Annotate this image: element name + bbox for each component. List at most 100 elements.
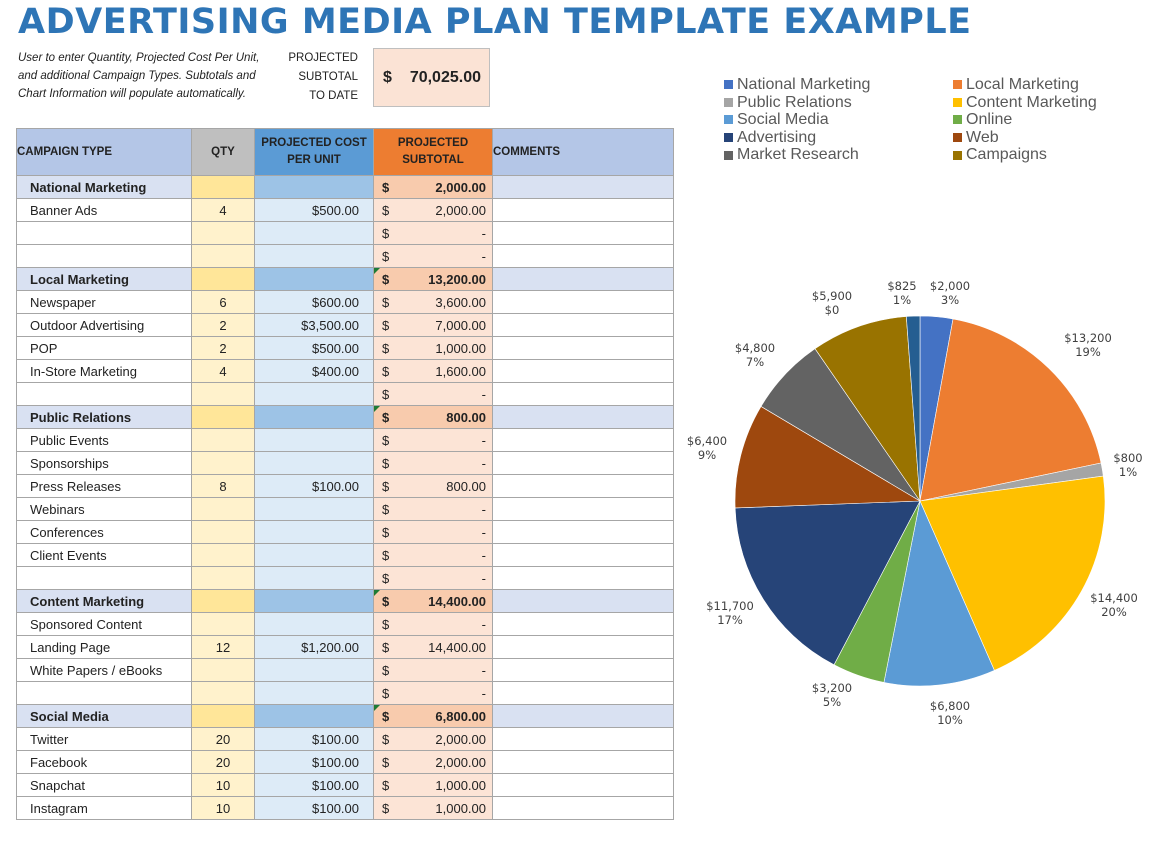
qty-cell[interactable] [191,497,255,521]
cost-per-unit-cell[interactable]: $500.00 [254,336,374,360]
campaign-type-cell[interactable]: Local Marketing [16,267,192,291]
cost-per-unit-cell[interactable]: $100.00 [254,750,374,774]
cost-per-unit-cell[interactable] [254,175,374,199]
cost-per-unit-cell[interactable]: $100.00 [254,773,374,797]
qty-cell[interactable] [191,566,255,590]
comments-cell[interactable] [492,244,674,268]
cost-per-unit-cell[interactable]: $100.00 [254,796,374,820]
campaign-type-cell[interactable]: Instagram [16,796,192,820]
comments-cell[interactable] [492,543,674,567]
comments-cell[interactable] [492,497,674,521]
campaign-type-cell[interactable]: Conferences [16,520,192,544]
cost-per-unit-cell[interactable] [254,543,374,567]
campaign-type-cell[interactable]: White Papers / eBooks [16,658,192,682]
cost-per-unit-cell[interactable] [254,267,374,291]
campaign-type-cell[interactable]: Sponsored Content [16,612,192,636]
qty-cell[interactable] [191,405,255,429]
campaign-type-cell[interactable] [16,382,192,406]
comments-cell[interactable] [492,681,674,705]
subtotal-cell[interactable]: $ - [373,244,493,268]
campaign-type-cell[interactable]: Snapchat [16,773,192,797]
subtotal-cell[interactable]: $13,200.00 [373,267,493,291]
subtotal-cell[interactable]: $ - [373,566,493,590]
comments-cell[interactable] [492,359,674,383]
comments-cell[interactable] [492,750,674,774]
campaign-type-cell[interactable]: Content Marketing [16,589,192,613]
cost-per-unit-cell[interactable] [254,405,374,429]
campaign-type-cell[interactable]: Public Events [16,428,192,452]
qty-cell[interactable]: 8 [191,474,255,498]
comments-cell[interactable] [492,451,674,475]
qty-cell[interactable]: 6 [191,290,255,314]
subtotal-cell[interactable]: $1,600.00 [373,359,493,383]
qty-cell[interactable] [191,589,255,613]
comments-cell[interactable] [492,221,674,245]
comments-cell[interactable] [492,474,674,498]
campaign-type-cell[interactable]: Twitter [16,727,192,751]
qty-cell[interactable]: 2 [191,313,255,337]
comments-cell[interactable] [492,382,674,406]
campaign-type-cell[interactable]: Newspaper [16,290,192,314]
subtotal-cell[interactable]: $14,400.00 [373,635,493,659]
qty-cell[interactable] [191,175,255,199]
qty-cell[interactable] [191,681,255,705]
campaign-type-cell[interactable]: POP [16,336,192,360]
comments-cell[interactable] [492,520,674,544]
subtotal-cell[interactable]: $2,000.00 [373,750,493,774]
comments-cell[interactable] [492,290,674,314]
comments-cell[interactable] [492,428,674,452]
qty-cell[interactable]: 4 [191,198,255,222]
comments-cell[interactable] [492,773,674,797]
cost-per-unit-cell[interactable] [254,497,374,521]
comments-cell[interactable] [492,796,674,820]
subtotal-cell[interactable]: $ - [373,543,493,567]
subtotal-cell[interactable]: $ - [373,520,493,544]
campaign-type-cell[interactable] [16,566,192,590]
qty-cell[interactable] [191,267,255,291]
subtotal-cell[interactable]: $6,800.00 [373,704,493,728]
campaign-type-cell[interactable]: Sponsorships [16,451,192,475]
cost-per-unit-cell[interactable] [254,704,374,728]
qty-cell[interactable] [191,612,255,636]
qty-cell[interactable] [191,428,255,452]
subtotal-cell[interactable]: $ - [373,658,493,682]
cost-per-unit-cell[interactable] [254,681,374,705]
qty-cell[interactable] [191,658,255,682]
cost-per-unit-cell[interactable] [254,566,374,590]
qty-cell[interactable] [191,543,255,567]
comments-cell[interactable] [492,612,674,636]
subtotal-cell[interactable]: $800.00 [373,405,493,429]
subtotal-cell[interactable]: $ - [373,428,493,452]
cost-per-unit-cell[interactable] [254,612,374,636]
qty-cell[interactable] [191,244,255,268]
campaign-type-cell[interactable]: National Marketing [16,175,192,199]
campaign-type-cell[interactable]: Webinars [16,497,192,521]
subtotal-cell[interactable]: $ - [373,681,493,705]
comments-cell[interactable] [492,727,674,751]
campaign-type-cell[interactable]: Landing Page [16,635,192,659]
comments-cell[interactable] [492,704,674,728]
subtotal-cell[interactable]: $7,000.00 [373,313,493,337]
comments-cell[interactable] [492,267,674,291]
cost-per-unit-cell[interactable]: $500.00 [254,198,374,222]
campaign-type-cell[interactable]: Press Releases [16,474,192,498]
cost-per-unit-cell[interactable] [254,589,374,613]
cost-per-unit-cell[interactable]: $400.00 [254,359,374,383]
comments-cell[interactable] [492,405,674,429]
subtotal-cell[interactable]: $ - [373,612,493,636]
qty-cell[interactable] [191,382,255,406]
subtotal-cell[interactable]: $ - [373,451,493,475]
comments-cell[interactable] [492,635,674,659]
subtotal-cell[interactable]: $2,000.00 [373,198,493,222]
cost-per-unit-cell[interactable]: $600.00 [254,290,374,314]
campaign-type-cell[interactable]: Client Events [16,543,192,567]
cost-per-unit-cell[interactable]: $1,200.00 [254,635,374,659]
cost-per-unit-cell[interactable] [254,658,374,682]
qty-cell[interactable] [191,451,255,475]
subtotal-cell[interactable]: $2,000.00 [373,727,493,751]
qty-cell[interactable]: 10 [191,796,255,820]
qty-cell[interactable]: 20 [191,750,255,774]
qty-cell[interactable]: 20 [191,727,255,751]
comments-cell[interactable] [492,589,674,613]
cost-per-unit-cell[interactable] [254,221,374,245]
